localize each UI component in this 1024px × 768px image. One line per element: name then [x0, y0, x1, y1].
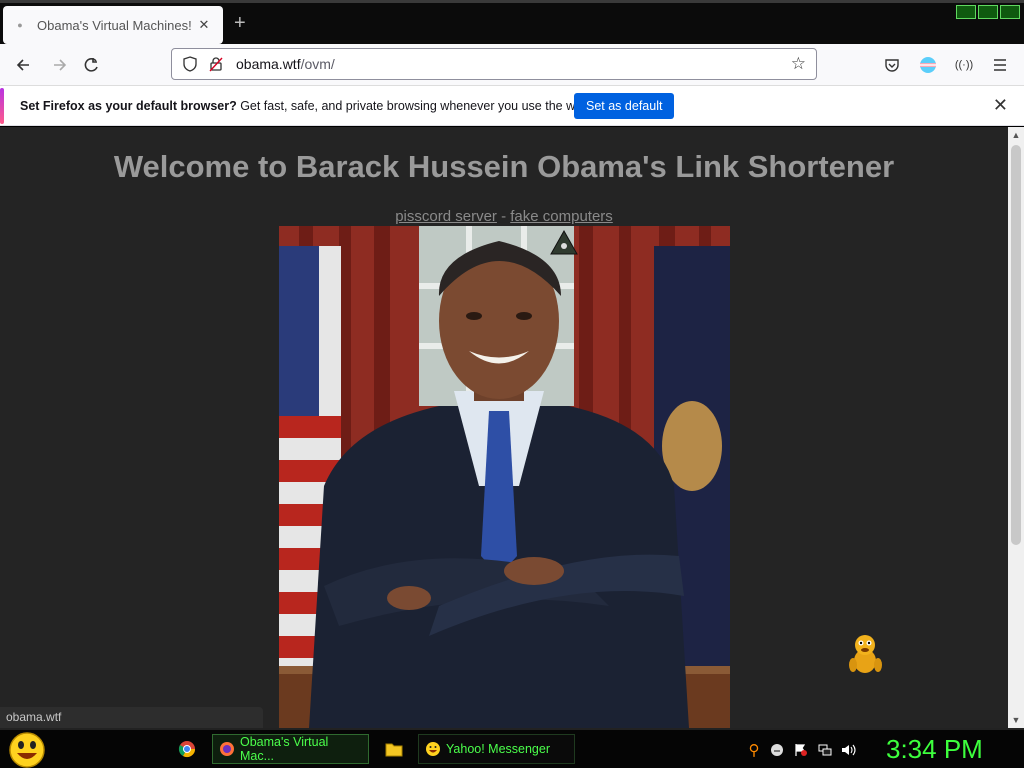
chat-smiley-icon[interactable]: [769, 742, 785, 758]
pocket-icon[interactable]: [882, 55, 902, 75]
taskbar-clock[interactable]: 3:34 PM: [886, 734, 983, 765]
insecure-lock-icon[interactable]: [208, 56, 224, 72]
close-window-button[interactable]: [1000, 5, 1020, 19]
url-text[interactable]: obama.wtf/ovm/: [236, 56, 791, 72]
notification-bold-text: Set Firefox as your default browser?: [20, 98, 237, 113]
new-tab-button[interactable]: +: [234, 13, 246, 33]
scrollbar-thumb[interactable]: [1011, 145, 1021, 545]
action-center-flag-icon[interactable]: [793, 742, 809, 758]
folder-quicklaunch-icon[interactable]: [385, 740, 403, 758]
url-domain: obama.wtf: [236, 56, 301, 72]
shield-icon[interactable]: [182, 56, 198, 72]
vertical-scrollbar[interactable]: ▲ ▼: [1008, 127, 1024, 728]
chrome-quicklaunch-icon[interactable]: [178, 740, 196, 758]
taskbar-item-yahoo-messenger[interactable]: Yahoo! Messenger: [418, 734, 575, 764]
firefox-icon: [220, 742, 234, 756]
hamburger-menu-icon[interactable]: [990, 55, 1010, 75]
bonzi-buddy-icon[interactable]: [845, 631, 887, 677]
pisscord-server-link[interactable]: pisscord server: [395, 208, 497, 225]
reload-button[interactable]: [79, 52, 105, 78]
scroll-down-arrow-icon[interactable]: ▼: [1008, 712, 1024, 728]
page-content: Welcome to Barack Hussein Obama's Link S…: [0, 127, 1008, 728]
yahoo-messenger-icon: [426, 742, 440, 756]
set-as-default-button[interactable]: Set as default: [574, 93, 675, 119]
search-icon[interactable]: ⚲: [746, 742, 762, 759]
arrow-left-icon: [16, 59, 29, 71]
taskbar-item-firefox[interactable]: Obama's Virtual Mac...: [212, 734, 369, 764]
taskbar: Obama's Virtual Mac... Yahoo! Messenger …: [0, 728, 1024, 768]
maximize-button[interactable]: [978, 5, 998, 19]
portrait-image: [279, 226, 730, 728]
minimize-button[interactable]: [956, 5, 976, 19]
tab-active[interactable]: ● Obama's Virtual Machines! ✕: [3, 6, 223, 44]
network-icon[interactable]: [817, 742, 833, 758]
notification-message: Set Firefox as your default browser? Get…: [20, 99, 592, 113]
account-avatar-icon[interactable]: [918, 55, 938, 75]
fake-computers-link[interactable]: fake computers: [510, 208, 613, 225]
tab-strip: ● Obama's Virtual Machines! ✕ +: [0, 0, 1024, 44]
status-bar-url: obama.wtf: [0, 707, 263, 728]
notification-body-text: Get fast, safe, and private browsing whe…: [236, 98, 593, 113]
extension-icon[interactable]: ((·)): [954, 55, 974, 75]
notification-close-icon[interactable]: ✕: [993, 95, 1008, 116]
navigation-toolbar: obama.wtf/ovm/ ☆ ((·)): [0, 44, 1024, 86]
forward-button[interactable]: [47, 52, 73, 78]
scroll-up-arrow-icon[interactable]: ▲: [1008, 127, 1024, 143]
default-browser-notification: Set Firefox as your default browser? Get…: [0, 86, 1024, 126]
url-path: /ovm/: [300, 56, 335, 72]
volume-icon[interactable]: [841, 742, 857, 758]
favicon-icon: ●: [17, 20, 23, 30]
start-button-smiley-icon[interactable]: [8, 732, 46, 768]
page-links: pisscord server - fake computers: [0, 208, 1008, 225]
taskbar-item-label: Obama's Virtual Mac...: [240, 735, 329, 763]
notification-accent: [0, 88, 4, 124]
tab-title: Obama's Virtual Machines!: [37, 17, 192, 33]
window-controls: [956, 5, 1020, 19]
tab-close-icon[interactable]: ✕: [195, 17, 213, 33]
link-separator: -: [496, 208, 511, 225]
reload-icon: [84, 58, 98, 72]
address-bar[interactable]: obama.wtf/ovm/ ☆: [171, 48, 817, 80]
bookmark-star-icon[interactable]: ☆: [791, 54, 806, 74]
page-heading: Welcome to Barack Hussein Obama's Link S…: [113, 149, 895, 184]
arrow-right-icon: [54, 59, 67, 71]
back-button[interactable]: [10, 52, 36, 78]
taskbar-item-label: Yahoo! Messenger: [446, 742, 550, 756]
